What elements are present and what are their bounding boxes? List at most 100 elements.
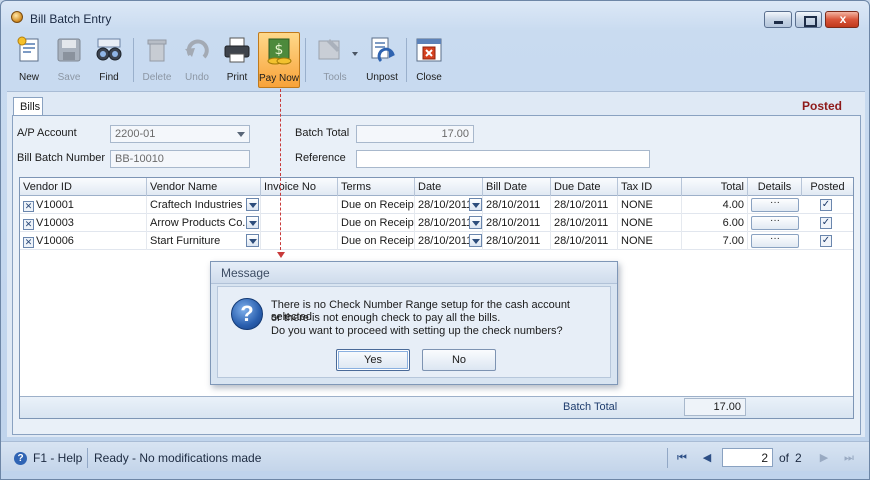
undo-label: Undo xyxy=(185,72,209,83)
column-header-posted[interactable]: Posted xyxy=(802,178,853,196)
column-header-terms[interactable]: Terms xyxy=(338,178,415,196)
column-header-total[interactable]: Total xyxy=(682,178,748,196)
invoice-no-cell[interactable] xyxy=(261,196,338,214)
pay-now-label: Pay Now xyxy=(259,73,300,84)
details-button[interactable]: ··· xyxy=(751,216,799,230)
dialog-title: Message xyxy=(211,262,617,284)
vendor-name-cell: Arrow Products Co. xyxy=(147,214,261,232)
delete-button[interactable]: Delete xyxy=(138,32,176,88)
ap-account-combo[interactable]: 2200-01 xyxy=(110,125,250,143)
invoice-no-cell[interactable] xyxy=(261,214,338,232)
column-header-bill-date[interactable]: Bill Date xyxy=(483,178,551,196)
dialog-body: ? There is no Check Number Range setup f… xyxy=(217,286,611,378)
posted-checkbox[interactable]: ✓ xyxy=(820,235,832,247)
close-glyph: x xyxy=(839,12,847,26)
help-icon[interactable]: ? xyxy=(14,452,27,465)
close-icon[interactable]: x xyxy=(825,11,859,28)
grid-header: Vendor ID Vendor Name Invoice No Terms D… xyxy=(20,178,853,196)
column-header-vendor-name[interactable]: Vendor Name xyxy=(147,178,261,196)
vendor-dropdown-icon[interactable] xyxy=(246,198,259,211)
date-dropdown-icon[interactable] xyxy=(469,216,482,229)
chevron-down-icon xyxy=(237,132,245,137)
delete-label: Delete xyxy=(142,72,172,83)
tools-button[interactable]: Tools xyxy=(309,32,361,88)
last-page-icon[interactable]: ⏭ xyxy=(842,451,856,465)
table-row[interactable]: ✕ V10001 Craftech Industries Due on Recei… xyxy=(20,196,853,214)
details-button[interactable]: ··· xyxy=(751,234,799,248)
status-message: Ready - No modifications made xyxy=(94,451,262,465)
first-page-icon[interactable]: ⏮ xyxy=(675,451,689,465)
help-label[interactable]: F1 - Help xyxy=(33,451,82,465)
due-date-cell: 28/10/2011 xyxy=(551,214,618,232)
toolbar-separator xyxy=(305,38,306,82)
table-row[interactable]: ✕ V10003 Arrow Products Co. Due on Receip… xyxy=(20,214,853,232)
find-button[interactable]: Find xyxy=(91,32,127,88)
toolbar: New Save Find Delete Undo Print $ Pay No… xyxy=(7,32,865,90)
column-header-due-date[interactable]: Due Date xyxy=(551,178,618,196)
column-header-details[interactable]: Details xyxy=(748,178,802,196)
trash-can-icon xyxy=(147,39,167,62)
total-cell: 7.00 xyxy=(682,232,748,250)
column-header-tax-id[interactable]: Tax ID xyxy=(618,178,682,196)
posted-checkbox[interactable]: ✓ xyxy=(820,199,832,211)
undo-arrow-icon xyxy=(185,39,209,59)
column-header-vendor-id[interactable]: Vendor ID xyxy=(20,178,147,196)
total-cell: 6.00 xyxy=(682,214,748,232)
reference-field[interactable] xyxy=(356,150,650,168)
date-dropdown-icon[interactable] xyxy=(469,198,482,211)
vendor-name-cell: Craftech Industries xyxy=(147,196,261,214)
yes-button[interactable]: Yes xyxy=(336,349,410,371)
chevron-down-icon xyxy=(352,52,358,56)
save-button[interactable]: Save xyxy=(51,32,87,88)
due-date-cell: 28/10/2011 xyxy=(551,232,618,250)
print-label: Print xyxy=(226,72,248,83)
posted-checkbox[interactable]: ✓ xyxy=(820,217,832,229)
grid-footer: Batch Total 17.00 xyxy=(20,396,853,418)
status-separator xyxy=(667,448,668,468)
bill-batch-number-label: Bill Batch Number xyxy=(17,152,106,164)
title-bar: Bill Batch Entry x xyxy=(1,1,869,31)
vendor-dropdown-icon[interactable] xyxy=(246,216,259,229)
reference-label: Reference xyxy=(295,152,346,164)
remove-row-icon[interactable]: ✕ xyxy=(23,201,34,212)
pay-money-icon: $ xyxy=(267,38,292,65)
status-bar: ? F1 - Help Ready - No modifications mad… xyxy=(1,441,869,471)
vendor-id-cell: V10001 xyxy=(36,199,74,211)
new-button[interactable]: New xyxy=(11,32,47,88)
tab-bills[interactable]: Bills xyxy=(13,97,43,116)
bill-batch-entry-window: Bill Batch Entry x New Save Find Delete xyxy=(0,0,870,480)
vendor-name-cell: Start Furniture xyxy=(147,232,261,250)
new-label: New xyxy=(18,72,39,83)
print-button[interactable]: Print xyxy=(219,32,255,88)
unpost-button[interactable]: Unpost xyxy=(363,32,401,88)
no-button[interactable]: No xyxy=(422,349,496,371)
total-pages: 2 xyxy=(795,451,802,465)
details-button[interactable]: ··· xyxy=(751,198,799,212)
remove-row-icon[interactable]: ✕ xyxy=(23,237,34,248)
bill-batch-number-field[interactable]: BB-10010 xyxy=(110,150,250,168)
vendor-id-cell: V10003 xyxy=(36,217,74,229)
column-header-date[interactable]: Date xyxy=(415,178,483,196)
remove-row-icon[interactable]: ✕ xyxy=(23,219,34,230)
maximize-icon[interactable] xyxy=(795,11,822,28)
page-number-input[interactable]: 2 xyxy=(722,448,773,467)
pay-now-button[interactable]: $ Pay Now xyxy=(258,32,300,88)
next-page-icon[interactable]: ▶ xyxy=(817,451,831,465)
tools-icon xyxy=(318,39,340,60)
close-form-icon xyxy=(416,38,442,62)
invoice-no-cell[interactable] xyxy=(261,232,338,250)
column-header-invoice-no[interactable]: Invoice No xyxy=(261,178,338,196)
undo-button[interactable]: Undo xyxy=(179,32,215,88)
minimize-icon[interactable] xyxy=(764,11,792,28)
close-button[interactable]: Close xyxy=(411,32,447,88)
dialog-message-line: Do you want to proceed with setting up t… xyxy=(271,325,563,337)
vendor-dropdown-icon[interactable] xyxy=(246,234,259,247)
of-label: of xyxy=(779,451,790,465)
save-label: Save xyxy=(57,72,81,83)
batch-total-field[interactable]: 17.00 xyxy=(356,125,474,143)
status-separator xyxy=(87,448,88,468)
previous-page-icon[interactable]: ◀ xyxy=(700,451,714,465)
bill-date-cell: 28/10/2011 xyxy=(483,214,551,232)
table-row[interactable]: ✕ V10006 Start Furniture Due on Receipt 2… xyxy=(20,232,853,250)
date-dropdown-icon[interactable] xyxy=(469,234,482,247)
